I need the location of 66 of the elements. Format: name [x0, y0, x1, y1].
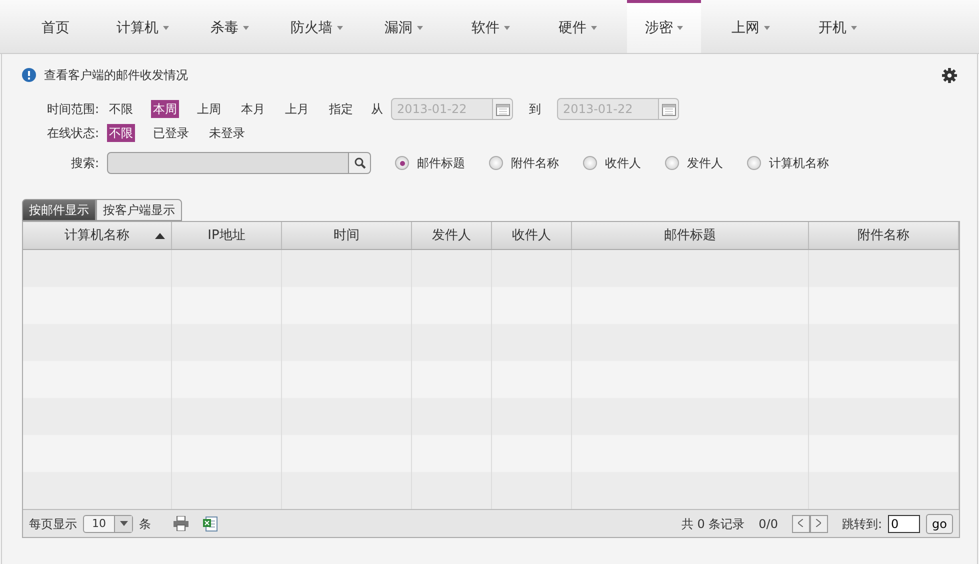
column-header[interactable]: 发件人 — [432, 226, 471, 246]
column-header[interactable]: IP地址 — [208, 226, 246, 246]
search-field[interactable] — [107, 152, 350, 174]
info-text: 查看客户端的邮件收发情况 — [44, 67, 188, 84]
radio-label: 发件人 — [687, 155, 724, 172]
page-size-select[interactable]: 10 — [83, 514, 133, 532]
filter-option[interactable]: 指定 — [327, 100, 356, 118]
radio-label: 附件名称 — [511, 155, 560, 172]
info-icon — [22, 68, 36, 82]
record-count: 共 0 条记录 — [681, 516, 745, 532]
next-page-button[interactable] — [810, 514, 828, 532]
chevron-right-icon — [816, 518, 822, 527]
nav-tab[interactable]: 开机 — [794, 0, 881, 53]
filter-label: 在线状态: — [47, 125, 100, 142]
page-count: 0/0 — [758, 516, 778, 532]
radio-button[interactable] — [583, 156, 598, 170]
nav-tab[interactable]: 计算机 — [99, 0, 186, 53]
calendar-button[interactable] — [493, 98, 514, 120]
nav-tab[interactable]: 上网 — [707, 0, 794, 53]
radio-button[interactable] — [747, 156, 762, 170]
to-label: 到 — [529, 101, 542, 118]
calendar-button[interactable] — [659, 98, 680, 120]
search-label: 搜索: — [71, 155, 100, 172]
filter-option[interactable]: 上周 — [195, 100, 224, 118]
per-page-label: 每页显示 — [29, 516, 77, 532]
prev-page-button[interactable] — [792, 514, 810, 532]
radio-label: 邮件标题 — [417, 155, 466, 172]
from-label: 从 — [371, 101, 384, 118]
radio-button[interactable] — [665, 156, 680, 170]
filter-label: 时间范围: — [47, 101, 100, 118]
print-icon[interactable] — [173, 516, 189, 531]
nav-tab[interactable]: 杀毒 — [186, 0, 273, 53]
filter-option[interactable]: 不限 — [107, 100, 136, 118]
spreadsheet-icon[interactable] — [203, 516, 218, 532]
view-tab[interactable]: 按客户端显示 — [96, 199, 182, 221]
nav-tab[interactable]: 首页 — [12, 0, 99, 53]
search-icon — [354, 157, 366, 169]
radio-label: 计算机名称 — [769, 155, 830, 172]
filter-option[interactable]: 未登录 — [207, 124, 248, 142]
caret-icon — [114, 516, 132, 532]
go-button[interactable]: go — [926, 514, 953, 534]
radio-button[interactable] — [489, 156, 504, 170]
column-header[interactable]: 邮件标题 — [664, 226, 716, 246]
view-tab[interactable]: 按邮件显示 — [22, 199, 96, 221]
nav-tab[interactable]: 涉密 — [627, 0, 701, 53]
radio-button[interactable] — [395, 156, 410, 170]
nav-tab[interactable]: 防火墙 — [273, 0, 360, 53]
column-header[interactable]: 收件人 — [512, 226, 551, 246]
nav-tab[interactable]: 软件 — [447, 0, 534, 53]
settings-icon[interactable] — [942, 68, 957, 82]
filter-option[interactable]: 本周 — [151, 100, 180, 118]
column-header[interactable]: 时间 — [334, 226, 360, 246]
jump-label: 跳转到: — [842, 516, 882, 532]
filter-option[interactable]: 上月 — [283, 100, 312, 118]
search-button[interactable] — [349, 152, 372, 174]
chevron-left-icon — [798, 518, 804, 527]
nav-tab[interactable]: 硬件 — [534, 0, 621, 53]
column-header[interactable]: 计算机名称 — [64, 226, 130, 246]
nav-tab[interactable]: 漏洞 — [360, 0, 447, 53]
filter-option[interactable]: 本月 — [239, 100, 268, 118]
per-page-unit: 条 — [139, 516, 151, 532]
column-header[interactable]: 附件名称 — [858, 226, 910, 246]
radio-label: 收件人 — [605, 155, 642, 172]
page-number-field[interactable]: 0 — [888, 514, 920, 532]
filter-option[interactable]: 已登录 — [151, 124, 192, 142]
filter-option[interactable]: 不限 — [107, 124, 136, 142]
